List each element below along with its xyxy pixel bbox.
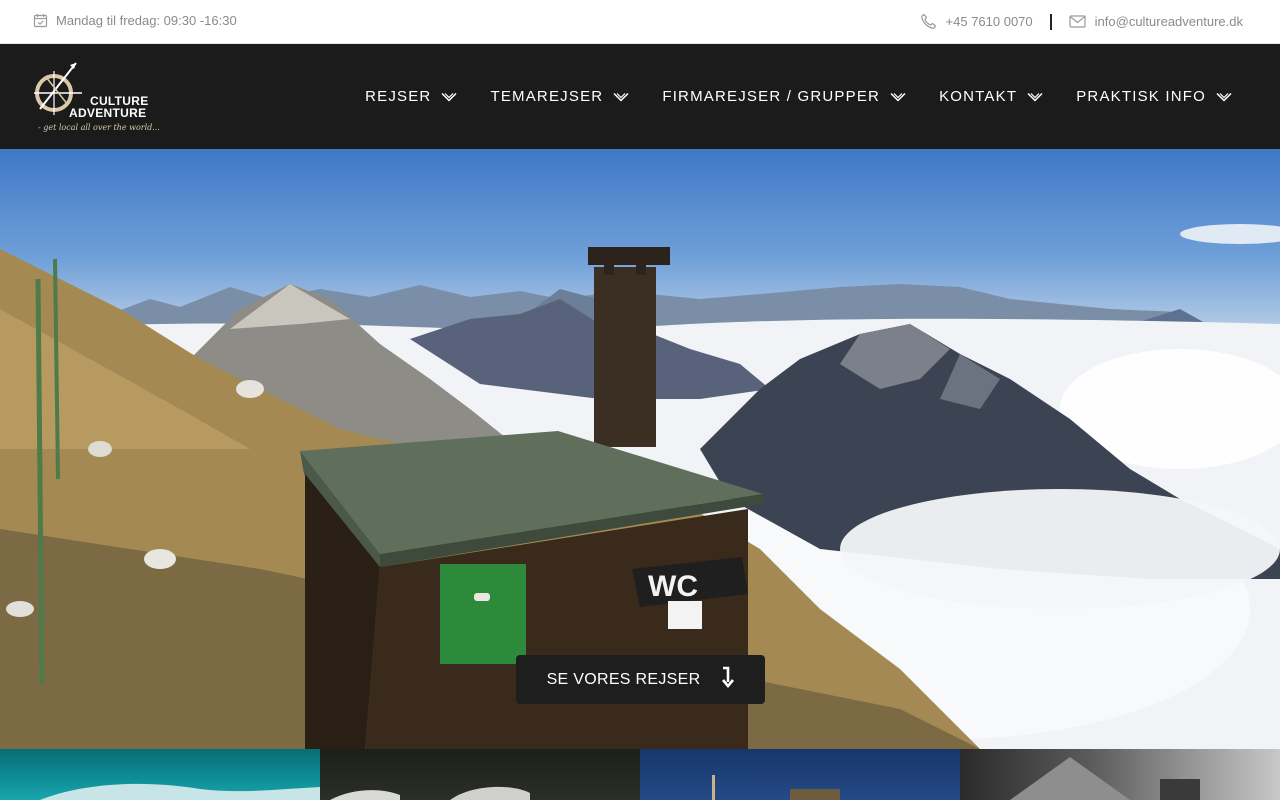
see-trips-button[interactable]: SE VORES REJSER <box>516 655 765 704</box>
logo-word-adventure: ADVENTURE <box>69 106 147 120</box>
trip-tile[interactable] <box>960 749 1280 800</box>
top-info-bar: Mandag til fredag: 09:30 -16:30 +45 7610… <box>0 0 1280 44</box>
hero-banner: WC SE VORES REJSER <box>0 149 1280 749</box>
trip-category-tiles <box>0 749 1280 800</box>
chevron-down-icon <box>441 92 457 102</box>
nav-item-label: FIRMAREJSER / GRUPPER <box>662 88 881 105</box>
phone-icon <box>920 13 937 30</box>
trip-tile[interactable] <box>320 749 640 800</box>
opening-hours-text: Mandag til fredag: 09:30 -16:30 <box>56 13 237 28</box>
nav-item-kontakt[interactable]: KONTAKT <box>939 88 1043 105</box>
nav-item-label: PRAKTISK INFO <box>1076 88 1206 105</box>
nav-item-temarejser[interactable]: TEMAREJSER <box>490 88 629 105</box>
email-link[interactable]: info@cultureadventure.dk <box>1069 14 1243 29</box>
mail-icon <box>1069 15 1086 28</box>
phone-number: +45 7610 0070 <box>945 14 1033 29</box>
nav-item-praktisk-info[interactable]: PRAKTISK INFO <box>1076 88 1232 105</box>
trip-tile-photo <box>330 786 530 800</box>
trip-tile-photo <box>40 783 320 800</box>
nav-menu: REJSER TEMAREJSER FIRMAREJSER / GRUPPER … <box>365 44 1232 149</box>
main-navigation: CULTURE ADVENTURE - get local all over t… <box>0 44 1280 149</box>
trip-tile[interactable] <box>640 749 960 800</box>
site-logo[interactable]: CULTURE ADVENTURE - get local all over t… <box>32 59 160 137</box>
calendar-icon <box>33 13 48 28</box>
contact-divider <box>1049 13 1052 30</box>
nav-item-label: TEMAREJSER <box>490 88 604 105</box>
nav-item-label: KONTAKT <box>939 88 1018 105</box>
chevron-down-icon <box>890 92 906 102</box>
wc-sign-text: WC <box>648 570 698 603</box>
email-address: info@cultureadventure.dk <box>1094 14 1243 29</box>
logo-tagline: - get local all over the world... <box>38 123 160 132</box>
phone-link[interactable]: +45 7610 0070 <box>920 13 1033 30</box>
chevron-down-icon <box>1027 92 1043 102</box>
trip-tile-photo <box>712 775 840 800</box>
chevron-down-icon <box>613 92 629 102</box>
nav-item-firmarejser[interactable]: FIRMAREJSER / GRUPPER <box>662 88 906 105</box>
nav-item-label: REJSER <box>365 88 432 105</box>
trip-tile-photo <box>1010 757 1200 800</box>
contact-info: +45 7610 0070 info@cultureadventure.dk <box>920 13 1243 30</box>
nav-item-rejser[interactable]: REJSER <box>365 88 457 105</box>
see-trips-label: SE VORES REJSER <box>546 670 701 688</box>
trip-tile[interactable] <box>0 749 320 800</box>
opening-hours: Mandag til fredag: 09:30 -16:30 <box>33 13 237 28</box>
arrow-down-icon <box>720 666 735 693</box>
chevron-down-icon <box>1216 92 1232 102</box>
